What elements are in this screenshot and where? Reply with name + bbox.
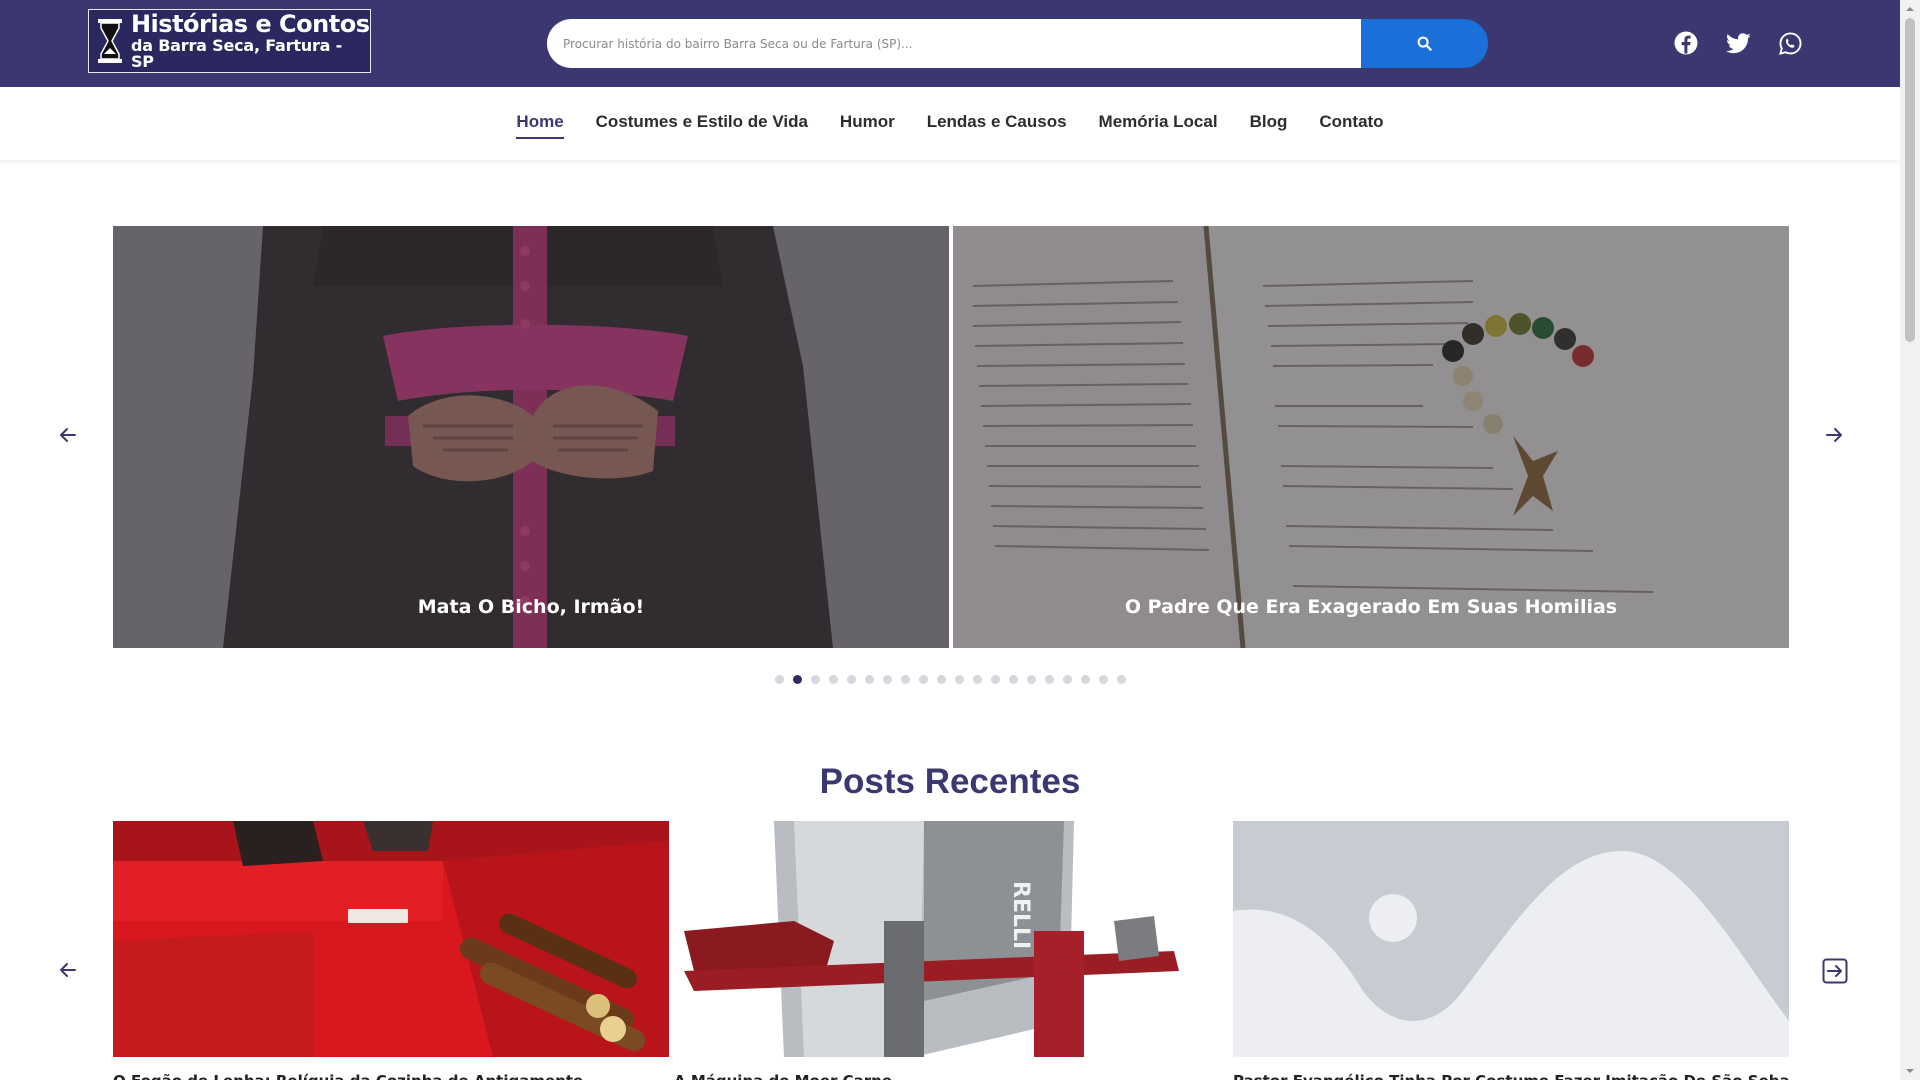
search-input[interactable]: [547, 19, 1361, 68]
slider-dot[interactable]: [954, 675, 964, 684]
slider-dot[interactable]: [1008, 675, 1018, 684]
facebook-link[interactable]: [1673, 30, 1699, 56]
nav-lendas[interactable]: Lendas e Causos: [927, 112, 1067, 136]
slide-caption[interactable]: O Padre Que Era Exagerado Em Suas Homili…: [953, 596, 1789, 618]
post-title[interactable]: O Fogão de Lenha: Relíquia da Cozinha de…: [113, 1072, 669, 1080]
slider-dot[interactable]: [1026, 675, 1036, 684]
post-card[interactable]: [1233, 821, 1789, 1057]
slider-dot[interactable]: [864, 675, 874, 684]
slider-dot[interactable]: [936, 675, 946, 684]
post-card[interactable]: [113, 821, 669, 1057]
slider-dot[interactable]: [1098, 675, 1108, 684]
post-image-stove: [113, 821, 669, 1057]
nav-memoria[interactable]: Memória Local: [1099, 112, 1218, 136]
nav-contato[interactable]: Contato: [1319, 112, 1383, 136]
twitter-icon: [1725, 32, 1751, 53]
posts-next-button[interactable]: [1821, 957, 1849, 985]
slider-dot[interactable]: [846, 675, 856, 684]
main-nav: Home Costumes e Estilo de Vida Humor Len…: [0, 87, 1900, 160]
facebook-icon: [1674, 31, 1698, 55]
slider-dot[interactable]: [1044, 675, 1054, 684]
slider-dot[interactable]: [918, 675, 928, 684]
slider-dot[interactable]: [1080, 675, 1090, 684]
scrollbar-thumb[interactable]: [1905, 18, 1915, 342]
slider-dot[interactable]: [810, 675, 820, 684]
section-title: Posts Recentes: [819, 762, 1081, 801]
scroll-down-icon[interactable]: [1905, 1066, 1915, 1076]
nav-humor[interactable]: Humor: [840, 112, 895, 136]
search-button[interactable]: [1361, 19, 1488, 68]
arrow-left-icon: [60, 428, 76, 442]
featured-slider: Mata O Bicho, Irmão! O Padre Que Era Exa…: [113, 226, 1789, 648]
slider-dot[interactable]: [1116, 675, 1126, 684]
slide-card[interactable]: Mata O Bicho, Irmão!: [113, 226, 949, 648]
page: Histórias e Contos da Barra Seca, Fartur…: [0, 0, 1920, 1080]
logo-subtitle: da Barra Seca, Fartura - SP: [130, 36, 343, 71]
slider-dot[interactable]: [900, 675, 910, 684]
search-icon: [1417, 36, 1432, 51]
hourglass-icon: [97, 19, 122, 63]
slider-dot[interactable]: [792, 675, 802, 684]
slider-dots: [0, 675, 1900, 684]
logo-text: Histórias e Contos da Barra Seca, Fartur…: [131, 12, 370, 70]
scroll-up-icon[interactable]: [1905, 4, 1915, 14]
slider-next-button[interactable]: [1822, 423, 1846, 447]
slider-prev-button[interactable]: [56, 423, 80, 447]
post-title[interactable]: A Máquina de Moer Carne: [674, 1072, 1230, 1080]
posts-prev-button[interactable]: [56, 958, 80, 982]
post-card[interactable]: RELLI: [674, 821, 1230, 1057]
logo-title: Histórias e Contos: [130, 10, 370, 38]
arrow-right-box-icon: [1822, 958, 1848, 984]
main-navbar: Home Costumes e Estilo de Vida Humor Len…: [0, 87, 1900, 160]
arrow-left-icon: [60, 963, 76, 977]
slider-dot[interactable]: [990, 675, 1000, 684]
twitter-link[interactable]: [1725, 30, 1751, 56]
slider-dot[interactable]: [1062, 675, 1072, 684]
page-scrollbar[interactable]: [1900, 0, 1920, 1080]
slider-dot[interactable]: [882, 675, 892, 684]
header-bar: Histórias e Contos da Barra Seca, Fartur…: [0, 0, 1900, 87]
slider-dot[interactable]: [972, 675, 982, 684]
post-image-grinder: RELLI: [674, 821, 1230, 1057]
slider-dot[interactable]: [774, 675, 784, 684]
nav-blog[interactable]: Blog: [1250, 112, 1288, 136]
slide-overlay: [953, 226, 1789, 648]
arrow-right-icon: [1826, 428, 1842, 442]
post-title[interactable]: Pastor Evangélico Tinha Por Costume Faze…: [1233, 1072, 1789, 1080]
slider-dot[interactable]: [828, 675, 838, 684]
nav-costumes[interactable]: Costumes e Estilo de Vida: [596, 112, 808, 136]
whatsapp-link[interactable]: [1777, 30, 1803, 56]
nav-home[interactable]: Home: [516, 112, 564, 139]
slide-caption[interactable]: Mata O Bicho, Irmão!: [113, 596, 949, 618]
search-bar: [547, 19, 1488, 68]
post-image-placeholder: [1233, 821, 1789, 1057]
site-logo[interactable]: Histórias e Contos da Barra Seca, Fartur…: [88, 9, 371, 73]
slide-overlay: [113, 226, 949, 648]
slide-card[interactable]: O Padre Que Era Exagerado Em Suas Homili…: [953, 226, 1789, 648]
svg-text:RELLI: RELLI: [1008, 881, 1033, 949]
whatsapp-icon: [1778, 31, 1802, 55]
